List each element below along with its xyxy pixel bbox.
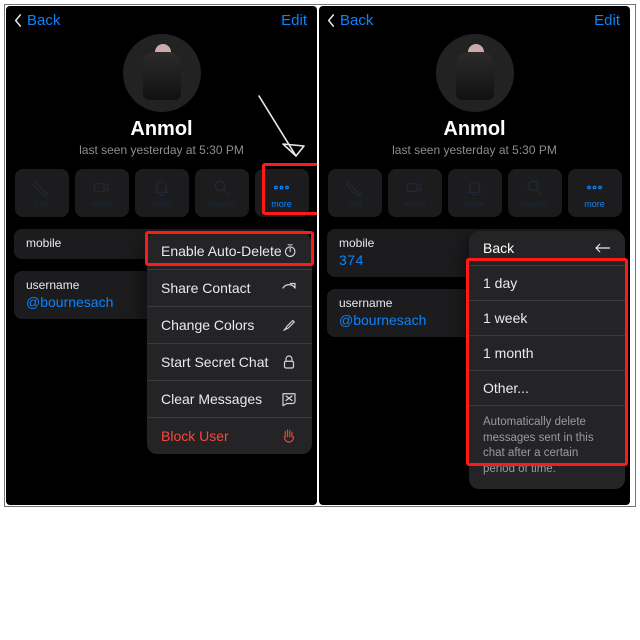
lock-icon [280,353,298,371]
menu-share-contact[interactable]: Share Contact [147,270,312,307]
bell-icon [152,178,171,197]
more-icon [585,178,604,197]
contact-name: Anmol [319,118,630,141]
action-video[interactable]: video [388,169,442,217]
back-button[interactable]: Back [12,12,60,29]
chevron-left-icon [12,13,25,28]
edit-button[interactable]: Edit [594,12,624,29]
menu-start-secret-chat[interactable]: Start Secret Chat [147,344,312,381]
action-call[interactable]: call [328,169,382,217]
bell-icon [465,178,484,197]
menu-clear-messages[interactable]: Clear Messages [147,381,312,418]
timer-icon [282,242,298,260]
clear-chat-icon [280,390,298,408]
menu-block-user[interactable]: Block User [147,418,312,454]
menu-enable-auto-delete[interactable]: Enable Auto-Delete [147,233,312,270]
menu-change-colors[interactable]: Change Colors [147,307,312,344]
action-video[interactable]: video [75,169,129,217]
option-1-month[interactable]: 1 month [469,336,625,371]
action-mute[interactable]: mute [448,169,502,217]
search-icon [212,178,231,197]
chevron-left-icon [325,13,338,28]
contact-name: Anmol [6,118,317,141]
video-icon [92,178,111,197]
option-other[interactable]: Other... [469,371,625,406]
option-1-day[interactable]: 1 day [469,266,625,301]
action-more[interactable]: more [568,169,622,217]
search-icon [525,178,544,197]
hand-icon [280,427,298,445]
action-call[interactable]: call [15,169,69,217]
edit-button[interactable]: Edit [281,12,311,29]
action-search[interactable]: search [508,169,562,217]
more-menu: Enable Auto-Delete Share Contact Change … [147,233,312,454]
last-seen: last seen yesterday at 5:30 PM [6,143,317,157]
action-search[interactable]: search [195,169,249,217]
auto-delete-submenu: Back 1 day 1 week 1 month Other... Autom… [469,231,625,489]
back-label: Back [340,12,373,29]
share-icon [280,279,298,297]
arrow-left-icon [593,241,611,255]
action-mute[interactable]: mute [135,169,189,217]
option-1-week[interactable]: 1 week [469,301,625,336]
submenu-note: Automatically delete messages sent in th… [469,406,625,489]
back-label: Back [27,12,60,29]
video-icon [405,178,424,197]
more-icon [272,178,291,197]
avatar[interactable]: AAP [436,34,514,112]
phone-icon [32,178,51,197]
submenu-back[interactable]: Back [469,231,625,266]
brush-icon [280,316,298,334]
action-more[interactable]: more [255,169,309,217]
last-seen: last seen yesterday at 5:30 PM [319,143,630,157]
phone-icon [345,178,364,197]
back-button[interactable]: Back [325,12,373,29]
avatar[interactable]: AAP [123,34,201,112]
